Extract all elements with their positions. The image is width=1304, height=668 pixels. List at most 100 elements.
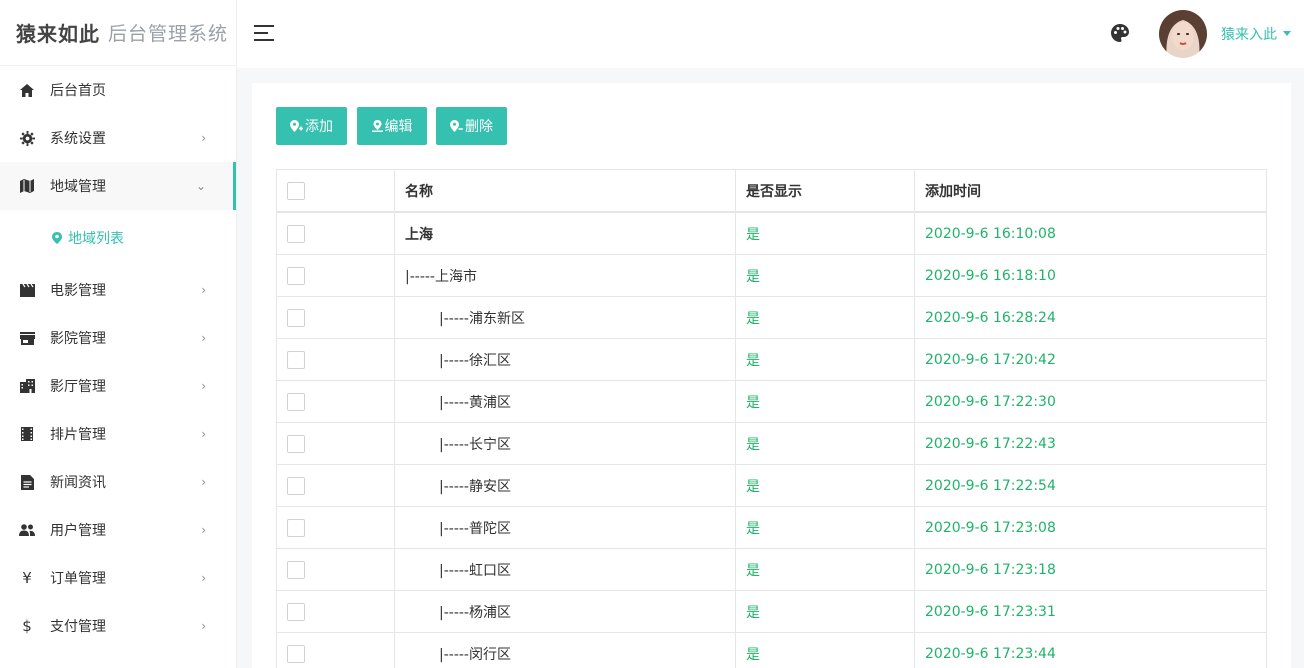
palette-icon[interactable]	[1111, 24, 1131, 44]
chevron-right-icon: ›	[201, 427, 206, 441]
sidebar-item-system-settings[interactable]: 系统设置 ›	[0, 114, 236, 162]
table-row[interactable]: |-----徐汇区 是 2020-9-6 17:20:42	[277, 339, 1266, 381]
sidebar-item-label: 影院管理	[50, 331, 106, 347]
region-table: 名称 是否显示 添加时间 上海是 2020-9-6 16:10:08 |-----上…	[276, 169, 1267, 668]
header-checkbox-cell	[277, 170, 395, 211]
avatar[interactable]	[1159, 10, 1207, 58]
table-row[interactable]: |-----上海市 是 2020-9-6 16:18:10	[277, 255, 1266, 297]
shown-cell: 是	[736, 381, 915, 422]
gear-icon	[19, 130, 35, 146]
sidebar-item-orders[interactable]: ¥ 订单管理 ›	[0, 554, 236, 602]
sidebar-item-region[interactable]: 地域管理 ⌄	[0, 162, 236, 210]
shown-value: 是	[746, 226, 760, 243]
row-checkbox-cell	[277, 423, 395, 464]
region-name: |-----普陀区	[439, 520, 511, 537]
shown-cell: 是	[736, 255, 915, 296]
table-row[interactable]: |-----黄浦区 是 2020-9-6 17:22:30	[277, 381, 1266, 423]
table-row[interactable]: |-----普陀区 是 2020-9-6 17:23:08	[277, 507, 1266, 549]
building-icon	[19, 378, 35, 394]
sidebar-item-users[interactable]: 用户管理 ›	[0, 506, 236, 554]
sidebar-item-label: 影厅管理	[50, 379, 106, 395]
row-checkbox[interactable]	[287, 266, 305, 285]
row-checkbox[interactable]	[287, 560, 305, 579]
chevron-right-icon: ›	[201, 131, 206, 145]
table-row[interactable]: |-----长宁区 是 2020-9-6 17:22:43	[277, 423, 1266, 465]
table-row[interactable]: |-----杨浦区 是 2020-9-6 17:23:31	[277, 591, 1266, 633]
row-checkbox[interactable]	[287, 308, 305, 327]
shown-value: 是	[746, 436, 760, 453]
table-row[interactable]: |-----浦东新区 是 2020-9-6 16:28:24	[277, 297, 1266, 339]
table-row[interactable]: |-----闵行区 是 2020-9-6 17:23:44	[277, 633, 1266, 668]
time-cell: 2020-9-6 17:22:54	[915, 465, 1266, 506]
users-icon	[19, 522, 35, 538]
sidebar-item-halls[interactable]: 影厅管理 ›	[0, 362, 236, 410]
system-title: 后台管理系统	[108, 23, 229, 45]
select-all-checkbox[interactable]	[287, 181, 305, 200]
shown-cell: 是	[736, 297, 915, 338]
row-checkbox-cell	[277, 255, 395, 296]
shown-value: 是	[746, 520, 760, 537]
row-checkbox[interactable]	[287, 392, 305, 411]
table-row[interactable]: |-----虹口区 是 2020-9-6 17:23:18	[277, 549, 1266, 591]
row-checkbox[interactable]	[287, 476, 305, 495]
region-name-cell: |-----徐汇区	[395, 339, 736, 380]
sidebar-item-movies[interactable]: 电影管理 ›	[0, 266, 236, 314]
sidebar-item-label: 新闻资讯	[50, 475, 106, 491]
location-remove-icon	[450, 120, 463, 132]
sidebar-item-cinemas[interactable]: 影院管理 ›	[0, 314, 236, 362]
row-checkbox[interactable]	[287, 434, 305, 453]
time-cell: 2020-9-6 17:22:43	[915, 423, 1266, 464]
table-row[interactable]: |-----静安区 是 2020-9-6 17:22:54	[277, 465, 1266, 507]
shown-cell: 是	[736, 549, 915, 590]
edit-button[interactable]: 编辑	[357, 107, 427, 145]
sidebar: 猿来如此 后台管理系统 后台首页 系统设置 › 地域管理 ⌄ 地域列表 电影管理…	[0, 0, 237, 668]
region-name: |-----静安区	[439, 478, 511, 495]
username[interactable]: 猿来入此	[1221, 24, 1277, 44]
row-checkbox-cell	[277, 591, 395, 632]
sidebar-item-home[interactable]: 后台首页	[0, 66, 236, 114]
row-checkbox[interactable]	[287, 644, 305, 663]
sidebar-subitem-label: 地域列表	[68, 231, 124, 247]
menu-toggle-icon[interactable]	[254, 25, 276, 43]
sidebar-item-label: 排片管理	[50, 427, 106, 443]
added-time: 2020-9-6 17:23:31	[925, 603, 1056, 620]
row-checkbox[interactable]	[287, 518, 305, 537]
row-checkbox[interactable]	[287, 350, 305, 369]
added-time: 2020-9-6 16:18:10	[925, 267, 1056, 284]
shown-value: 是	[746, 268, 760, 285]
add-button[interactable]: 添加	[276, 107, 347, 145]
row-checkbox-cell	[277, 339, 395, 380]
chevron-down-icon: ⌄	[195, 179, 206, 193]
sidebar-item-payments[interactable]: $ 支付管理 ›	[0, 602, 236, 650]
region-name-cell: |-----闵行区	[395, 633, 736, 668]
add-button-label: 添加	[305, 119, 333, 135]
shown-value: 是	[746, 604, 760, 621]
film-icon	[19, 282, 35, 298]
sidebar-subitem-region-list[interactable]: 地域列表	[0, 210, 236, 266]
time-cell: 2020-9-6 17:23:44	[915, 633, 1266, 668]
region-name: |-----长宁区	[439, 436, 511, 453]
location-pin-icon	[52, 232, 62, 244]
region-name: |-----闵行区	[439, 646, 511, 663]
shown-cell: 是	[736, 633, 915, 668]
sidebar-item-schedules[interactable]: 排片管理 ›	[0, 410, 236, 458]
row-checkbox[interactable]	[287, 602, 305, 621]
sidebar-menu: 后台首页 系统设置 › 地域管理 ⌄ 地域列表 电影管理 › 影院管理 › 影厅…	[0, 66, 236, 650]
row-checkbox[interactable]	[287, 224, 305, 243]
top-header: 猿来入此	[237, 0, 1304, 68]
row-checkbox-cell	[277, 213, 395, 254]
shown-value: 是	[746, 478, 760, 495]
news-icon	[19, 474, 35, 490]
sidebar-item-news[interactable]: 新闻资讯 ›	[0, 458, 236, 506]
chevron-right-icon: ›	[201, 523, 206, 537]
added-time: 2020-9-6 16:28:24	[925, 309, 1056, 326]
added-time: 2020-9-6 17:20:42	[925, 351, 1056, 368]
table-row[interactable]: 上海 是 2020-9-6 16:10:08	[277, 213, 1266, 255]
shown-cell: 是	[736, 339, 915, 380]
caret-down-icon[interactable]	[1283, 31, 1291, 36]
delete-button[interactable]: 删除	[436, 107, 507, 145]
region-name: |-----浦东新区	[439, 310, 525, 327]
map-icon	[19, 178, 35, 194]
shown-value: 是	[746, 310, 760, 327]
added-time: 2020-9-6 17:23:18	[925, 561, 1056, 578]
